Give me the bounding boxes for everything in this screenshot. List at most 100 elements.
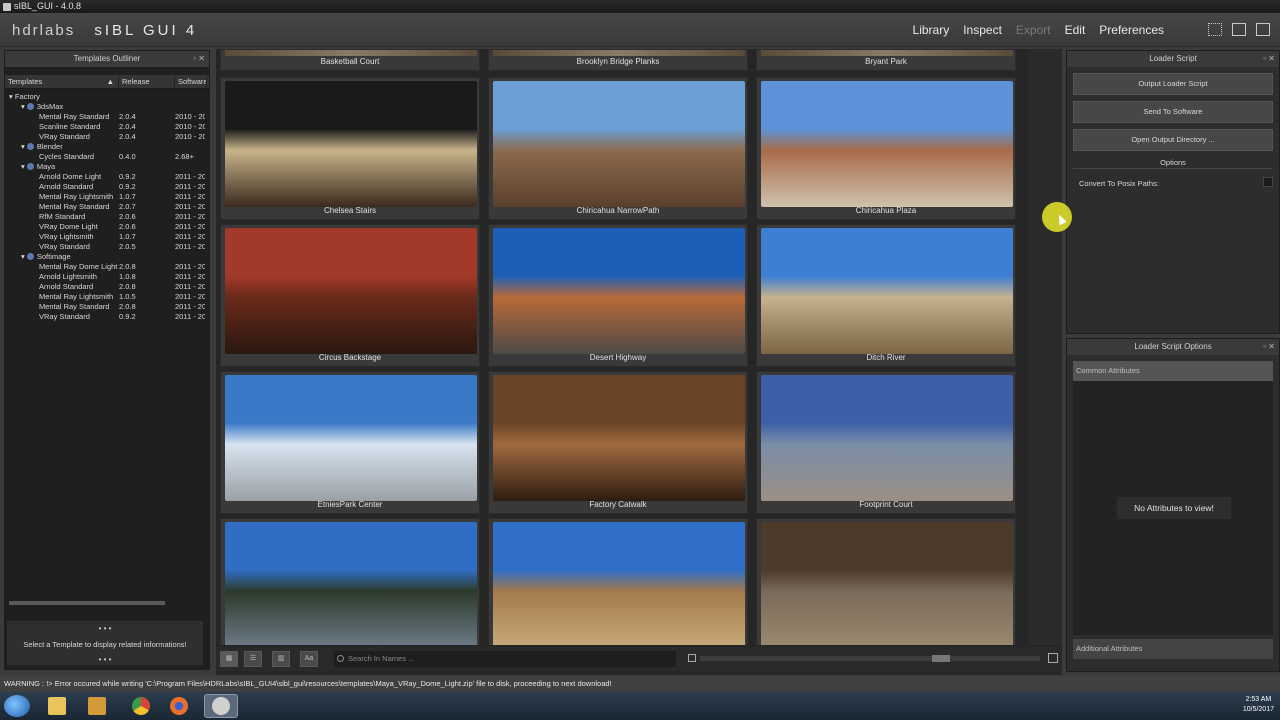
output-loader-script-button[interactable]: Output Loader Script	[1073, 73, 1273, 95]
tree-item[interactable]: Cycles Standard 0.4.0 2.68+	[5, 152, 209, 162]
set-thumbnail	[761, 50, 1013, 56]
menu-library[interactable]: Library	[913, 23, 950, 37]
set-card[interactable]: Chelsea Stairs	[220, 77, 480, 220]
set-card[interactable]: Basketball Court	[220, 49, 480, 71]
set-card[interactable]: Ditch River	[756, 224, 1016, 367]
panel-float-close-icons[interactable]: ▫ ✕	[1263, 51, 1275, 67]
tree-item-label: Arnold Standard	[39, 182, 94, 191]
grid-view-icon[interactable]: ▦	[220, 651, 238, 667]
tree-item[interactable]: ▾ Blender	[5, 142, 209, 152]
zoom-min-icon[interactable]	[688, 654, 696, 662]
tree-item-release	[119, 102, 175, 112]
posix-option: Convert To Posix Paths:	[1079, 177, 1273, 188]
set-card[interactable]: Circus Backstage	[220, 224, 480, 367]
chrome-icon[interactable]	[124, 694, 158, 718]
set-card[interactable]: Chiricahua Plaza	[756, 77, 1016, 220]
tree-item[interactable]: Mental Ray Lightsmith 1.0.5 2011 - 20	[5, 292, 209, 302]
panel-float-close-icons[interactable]: ▫ ✕	[1263, 339, 1275, 355]
layout-list-icon[interactable]	[1256, 23, 1270, 36]
horizontal-scrollbar[interactable]	[9, 601, 165, 605]
tree-item-release: 2.0.7	[119, 202, 136, 211]
menu-preferences[interactable]: Preferences	[1099, 23, 1164, 37]
tree-item-label: Arnold Lightsmith	[39, 272, 97, 281]
menu-inspect[interactable]: Inspect	[963, 23, 1002, 37]
posix-checkbox[interactable]	[1263, 177, 1273, 187]
tree-item[interactable]: Scanline Standard 2.0.4 2010 - 20	[5, 122, 209, 132]
set-card[interactable]: Brooklyn Bridge Planks	[488, 49, 748, 71]
layout-icons	[1208, 23, 1270, 36]
set-card[interactable]: Chiricahua NarrowPath	[488, 77, 748, 220]
tree-item[interactable]: Arnold Lightsmith 1.0.8 2011 - 20	[5, 272, 209, 282]
tree-item[interactable]: Mental Ray Dome Light 2.0.8 2011 - 20	[5, 262, 209, 272]
tree-item[interactable]: Mental Ray Standard 2.0.4 2010 - 20	[5, 112, 209, 122]
set-card[interactable]	[488, 518, 748, 645]
filmstrip-view-icon[interactable]: ▥	[272, 651, 290, 667]
zoom-slider-handle[interactable]	[932, 655, 950, 662]
tree-item[interactable]: Mental Ray Lightsmith 1.0.7 2011 - 20	[5, 192, 209, 202]
tree-item[interactable]: Arnold Standard 0.9.2 2011 - 20	[5, 182, 209, 192]
set-card[interactable]: Factory Catwalk	[488, 371, 748, 514]
column-templates[interactable]: Templates ▲	[5, 75, 119, 88]
start-orb-icon[interactable]	[4, 695, 30, 717]
menu-export[interactable]: Export	[1016, 23, 1051, 37]
set-card[interactable]: EtniesPark Center	[220, 371, 480, 514]
tree-item[interactable]: VRay Standard 2.0.5 2011 - 20	[5, 242, 209, 252]
tree-item[interactable]: ▾ Factory	[5, 92, 209, 102]
open-output-directory-button[interactable]: Open Output Directory ...	[1073, 129, 1273, 151]
additional-attributes-tab[interactable]: Additional Attributes	[1073, 639, 1273, 659]
menu-edit[interactable]: Edit	[1065, 23, 1086, 37]
tree-item[interactable]: ▾ 3dsMax	[5, 102, 209, 112]
window-title: sIBL_GUI - 4.0.8	[14, 1, 82, 11]
expand-arrow-icon[interactable]: ▾	[21, 102, 27, 111]
tree-item[interactable]: RfM Standard 2.0.6 2011 - 20	[5, 212, 209, 222]
layout-grid-icon[interactable]	[1208, 23, 1222, 36]
set-card[interactable]	[756, 518, 1016, 645]
tree-item[interactable]: VRay Standard 0.9.2 2011 - 20	[5, 312, 209, 322]
set-thumbnail	[225, 228, 477, 354]
sort-arrow-icon: ▲	[106, 77, 114, 86]
template-info-box: • • • Select a Template to display relat…	[7, 621, 203, 665]
tree-item[interactable]: VRay Standard 2.0.4 2010 - 20	[5, 132, 209, 142]
zoom-max-icon[interactable]	[1048, 653, 1058, 663]
send-to-software-button[interactable]: Send To Software	[1073, 101, 1273, 123]
tree-item[interactable]: Mental Ray Standard 2.0.7 2011 - 20	[5, 202, 209, 212]
set-card[interactable]: Desert Highway	[488, 224, 748, 367]
tree-item[interactable]: VRay Lightsmith 1.0.7 2011 - 20	[5, 232, 209, 242]
tree-item-label: Mental Ray Standard	[39, 112, 110, 121]
system-clock[interactable]: 2:53 AM 10/5/2017	[1243, 695, 1274, 715]
text-view-icon[interactable]: Aa	[300, 651, 318, 667]
set-card[interactable]	[220, 518, 480, 645]
expand-arrow-icon[interactable]: ▾	[21, 162, 27, 171]
common-attributes-tab[interactable]: Common Attributes	[1073, 361, 1273, 381]
library-panel: Basketball Court Brooklyn Bridge Planks Br…	[216, 49, 1062, 675]
tree-item[interactable]: ▾ Softimage	[5, 252, 209, 262]
layout-panels-icon[interactable]	[1232, 23, 1246, 36]
clock-date: 10/5/2017	[1242, 706, 1274, 713]
tree-item-software	[175, 142, 205, 152]
column-release[interactable]: Release	[119, 75, 175, 88]
tree-item-release: 2.0.8	[119, 282, 136, 291]
tree-item[interactable]: ▾ Maya	[5, 162, 209, 172]
tree-item-release	[119, 142, 175, 152]
tree-item[interactable]: VRay Dome Light 2.0.6 2011 - 20	[5, 222, 209, 232]
loader-script-panel: Loader Script ▫ ✕ Output Loader Script S…	[1066, 50, 1280, 334]
explorer-icon[interactable]	[40, 694, 74, 718]
panel-title: Loader Script ▫ ✕	[1067, 51, 1279, 67]
search-input[interactable]: Search In Names ...	[334, 651, 676, 667]
zoom-slider[interactable]	[700, 656, 1040, 661]
panel-float-close-icons[interactable]: ▫ ✕	[193, 51, 205, 67]
expand-arrow-icon[interactable]: ▾	[21, 252, 27, 261]
media-player-icon[interactable]	[80, 694, 114, 718]
expand-arrow-icon[interactable]: ▾	[21, 142, 27, 151]
tree-item[interactable]: Arnold Dome Light 0.9.2 2011 - 20	[5, 172, 209, 182]
sibl-gui-icon[interactable]	[204, 694, 238, 718]
set-card[interactable]: Bryant Park	[756, 49, 1016, 71]
set-card[interactable]: Footprint Court	[756, 371, 1016, 514]
tree-item[interactable]: Mental Ray Standard 2.0.8 2011 - 20	[5, 302, 209, 312]
list-view-icon[interactable]: ☰	[244, 651, 262, 667]
firefox-icon[interactable]	[162, 694, 196, 718]
column-software[interactable]: Software	[175, 75, 207, 88]
tree-item[interactable]: Arnold Standard 2.0.8 2011 - 20	[5, 282, 209, 292]
vertical-scrollbar[interactable]	[1028, 49, 1062, 645]
tree-item-release: 2.0.4	[119, 122, 136, 131]
